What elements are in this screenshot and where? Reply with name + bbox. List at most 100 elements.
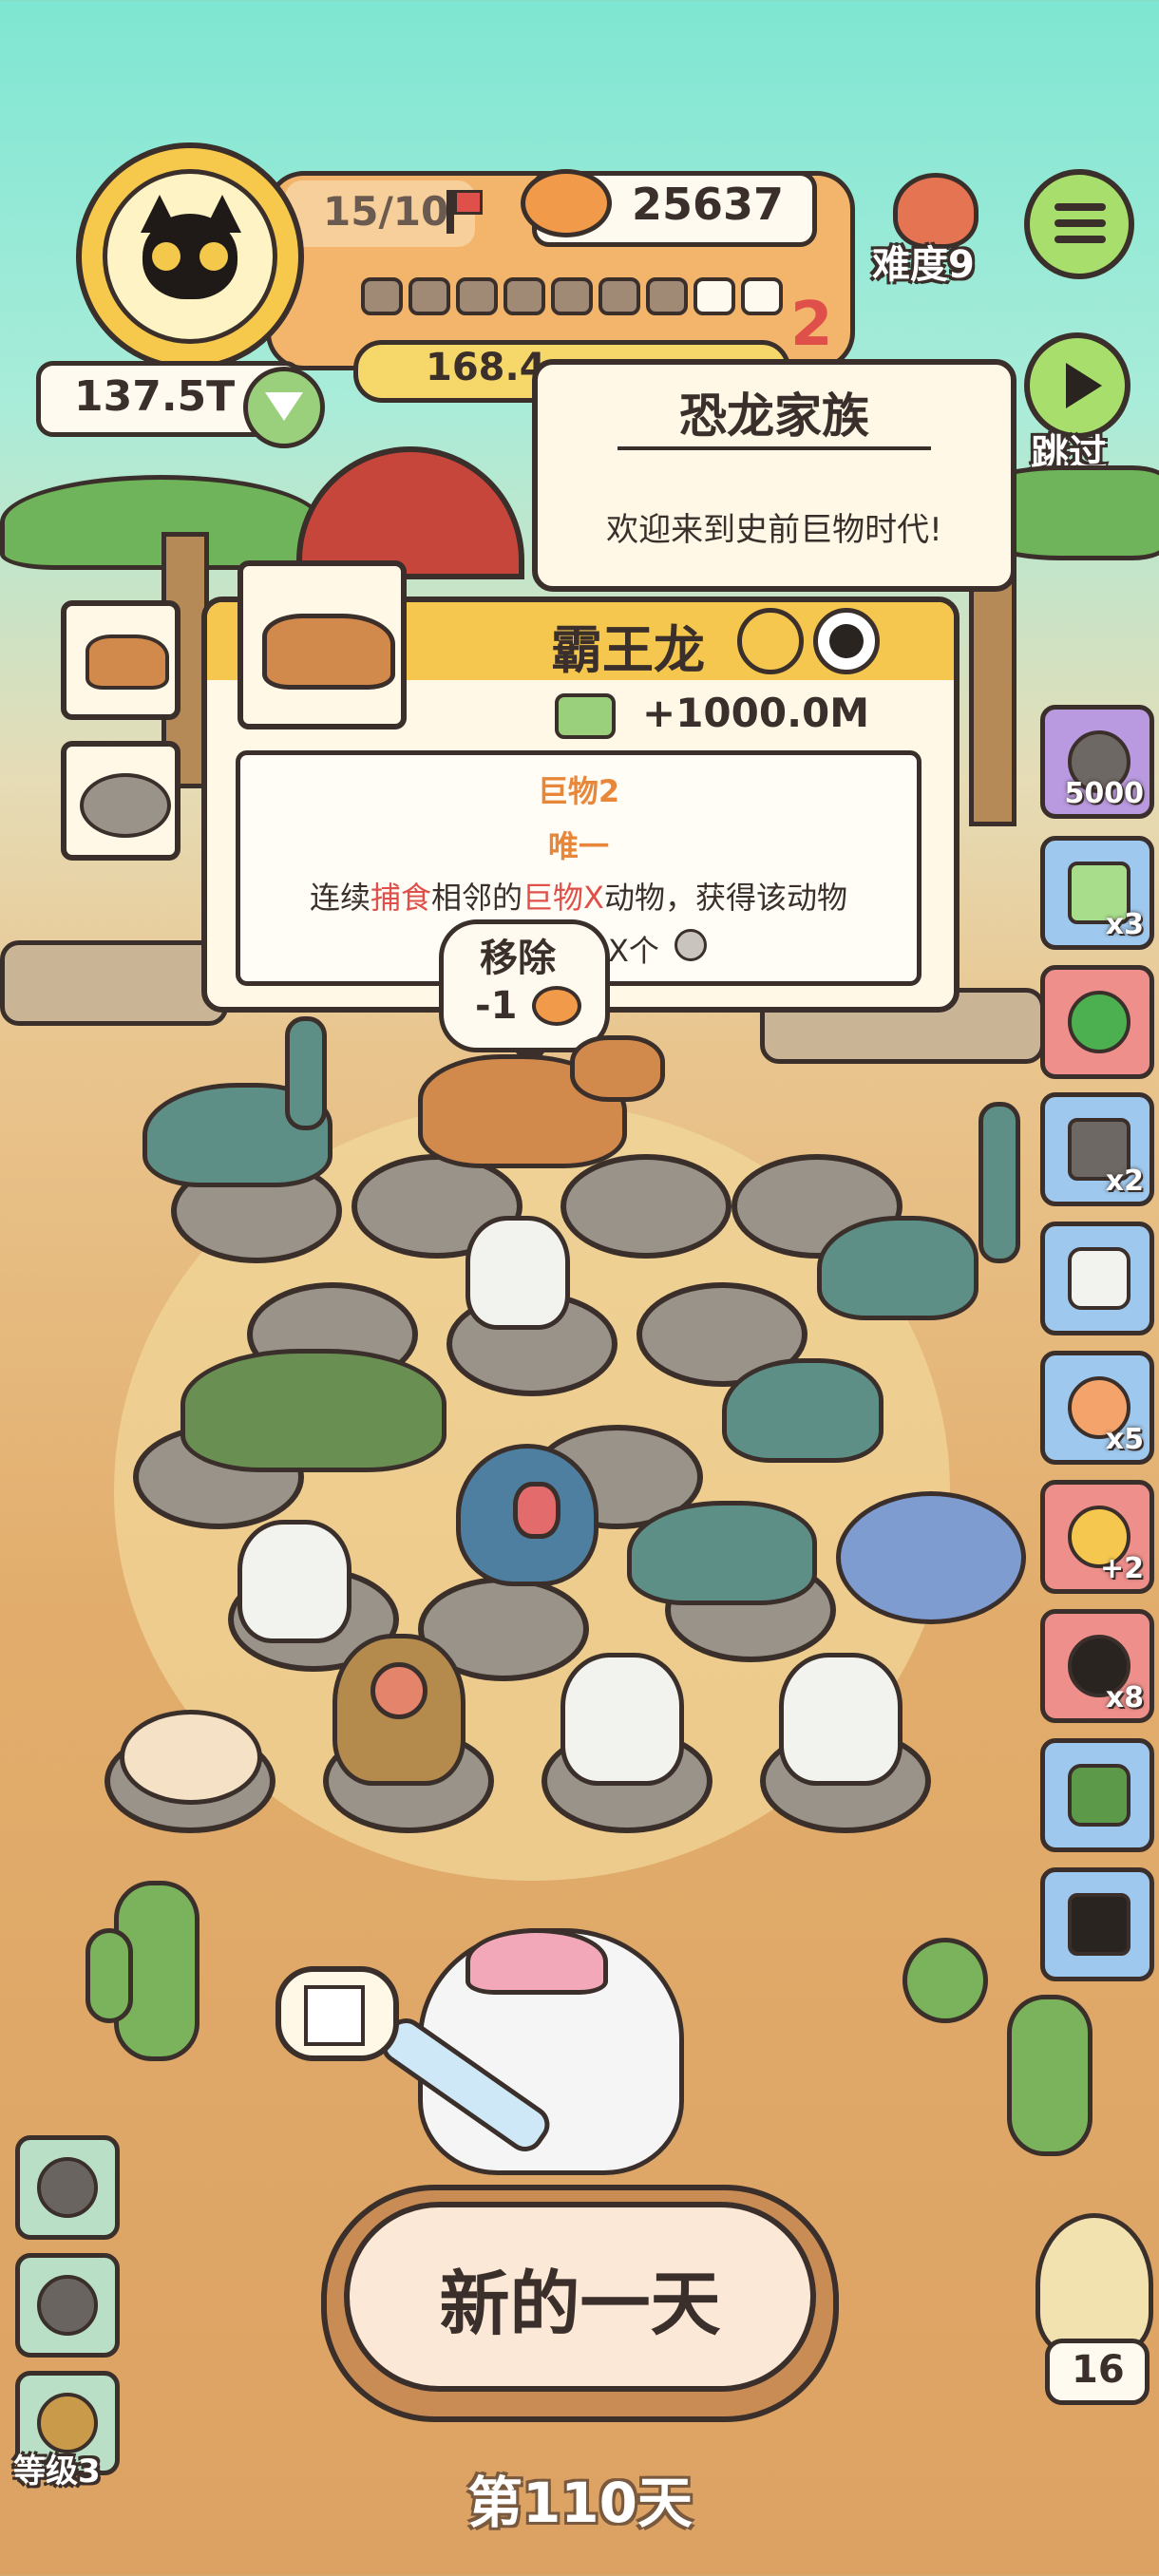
cactus (902, 1938, 988, 2023)
dome-building (296, 446, 524, 579)
chevron-down-icon (265, 392, 303, 421)
frog-icon (37, 2275, 98, 2336)
segment (741, 277, 783, 315)
flag-icon-cloth (454, 190, 483, 215)
certificate-icon (304, 1985, 365, 2046)
flag-icon (446, 190, 454, 234)
potion-jar-icon (1068, 1247, 1130, 1310)
segment (456, 277, 498, 315)
frog-button[interactable] (15, 2253, 120, 2358)
money-icon (555, 693, 616, 739)
income-text: 168.4 (426, 346, 546, 389)
desc-text: 连续 (310, 880, 371, 916)
brachiosaurus-animal[interactable] (627, 1501, 817, 1605)
brachiosaurus-animal[interactable] (722, 1358, 884, 1463)
can-icon (532, 986, 581, 1026)
money-text: 137.5T (74, 372, 236, 421)
card-tag: 巨物2 (537, 773, 620, 809)
segment (694, 277, 735, 315)
intro-subtitle: 欢迎来到史前巨物时代! (606, 511, 942, 549)
cat-eye (200, 242, 228, 271)
inventory-item-herb-pot[interactable] (1040, 1738, 1154, 1852)
cat-eye (152, 242, 180, 271)
brachiosaurus-animal[interactable] (817, 1216, 978, 1320)
stone-tile-thumbnail[interactable] (61, 741, 180, 861)
menu-button[interactable] (1024, 169, 1134, 279)
progress-segments (361, 277, 783, 315)
segment (646, 277, 688, 315)
cactus (1007, 1995, 1092, 2156)
deer-animal[interactable] (238, 1520, 352, 1643)
stone-tile-icon (80, 773, 171, 838)
dropdown-button[interactable] (243, 367, 325, 448)
segment (551, 277, 593, 315)
card-description: 连续捕食相邻的巨物X动物，获得该动物 (236, 874, 922, 918)
card-description-line2: X个 (608, 933, 659, 969)
intro-title: 恐龙家族 (679, 388, 869, 444)
desc-highlight: 巨物X (522, 880, 604, 916)
skull-badge-icon (813, 608, 880, 674)
desc-highlight: 捕食 (370, 880, 432, 916)
item-count: x3 (1105, 908, 1144, 941)
new-day-label: 新的一天 (439, 2263, 721, 2345)
inventory-item-plus-egg[interactable]: +2 (1040, 1480, 1154, 1594)
cactus (86, 1928, 133, 2023)
stone-wall (0, 940, 228, 1026)
mouth-open-icon (513, 1482, 560, 1539)
nurse-hat-icon (466, 1928, 608, 1995)
brachiosaurus-neck (285, 1016, 327, 1130)
trex-thumbnail[interactable] (61, 600, 180, 720)
remove-cost: -1 (475, 984, 518, 1028)
item-count: 5000 (1064, 777, 1145, 810)
cans-text: 25637 (632, 179, 785, 230)
elephant-button[interactable] (15, 2135, 120, 2240)
green-orb-icon (1068, 991, 1130, 1053)
level-label: 等级3 (13, 2453, 101, 2491)
brachiosaurus-neck (978, 1102, 1020, 1263)
population-text: 15/10 (323, 188, 449, 235)
play-icon (1066, 363, 1102, 408)
elephant-icon (37, 2157, 98, 2218)
inventory-item-stone-egg[interactable]: 5000 (1040, 705, 1154, 819)
egg-badge-icon (737, 608, 804, 674)
difficulty-label: 难度9 (872, 243, 975, 287)
inventory-item-tin-can[interactable]: x2 (1040, 1092, 1154, 1206)
item-count: x5 (1105, 1423, 1144, 1456)
monkey-face-icon (370, 1662, 428, 1719)
deer-animal[interactable] (779, 1653, 902, 1786)
trex-head (570, 1035, 665, 1102)
menu-icon (1054, 203, 1106, 243)
owl-character[interactable] (1036, 2213, 1153, 2356)
segment (504, 277, 545, 315)
desc-text: 相邻的 (431, 880, 523, 916)
item-count: x2 (1105, 1165, 1144, 1198)
blue-beast-animal[interactable] (836, 1491, 1026, 1624)
can-icon (521, 169, 612, 237)
board-tile[interactable] (560, 1154, 732, 1259)
deer-animal[interactable] (560, 1653, 684, 1786)
segment (408, 277, 450, 315)
card-name: 霸王龙 (551, 620, 705, 680)
card-rarity: 唯一 (547, 828, 609, 864)
herb-pot-icon (1068, 1764, 1130, 1827)
deer-animal[interactable] (466, 1216, 570, 1330)
remove-label: 移除 (480, 937, 556, 980)
owl-counter: 16 (1072, 2348, 1125, 2392)
desc-text: 动物，获得该动物 (603, 880, 847, 916)
inventory-item-donut[interactable]: x5 (1040, 1351, 1154, 1465)
inventory-item-green-orb[interactable] (1040, 965, 1154, 1079)
inventory-item-lucky-ticket[interactable]: x3 (1040, 836, 1154, 950)
segment (361, 277, 403, 315)
item-count: x8 (1105, 1681, 1144, 1714)
item-count: +2 (1099, 1552, 1144, 1585)
inventory-item-bomb[interactable]: x8 (1040, 1609, 1154, 1723)
card-income: +1000.0M (642, 690, 870, 736)
coin-icon (674, 929, 707, 961)
inventory-item-camera[interactable] (1040, 1867, 1154, 1981)
hamster-animal[interactable] (120, 1710, 262, 1805)
trex-icon (262, 614, 395, 690)
ankylosaurus-animal[interactable] (180, 1349, 446, 1472)
camera-icon (1068, 1893, 1130, 1956)
inventory-item-potion-jar[interactable] (1040, 1222, 1154, 1335)
level-badge: 2 (790, 290, 833, 360)
